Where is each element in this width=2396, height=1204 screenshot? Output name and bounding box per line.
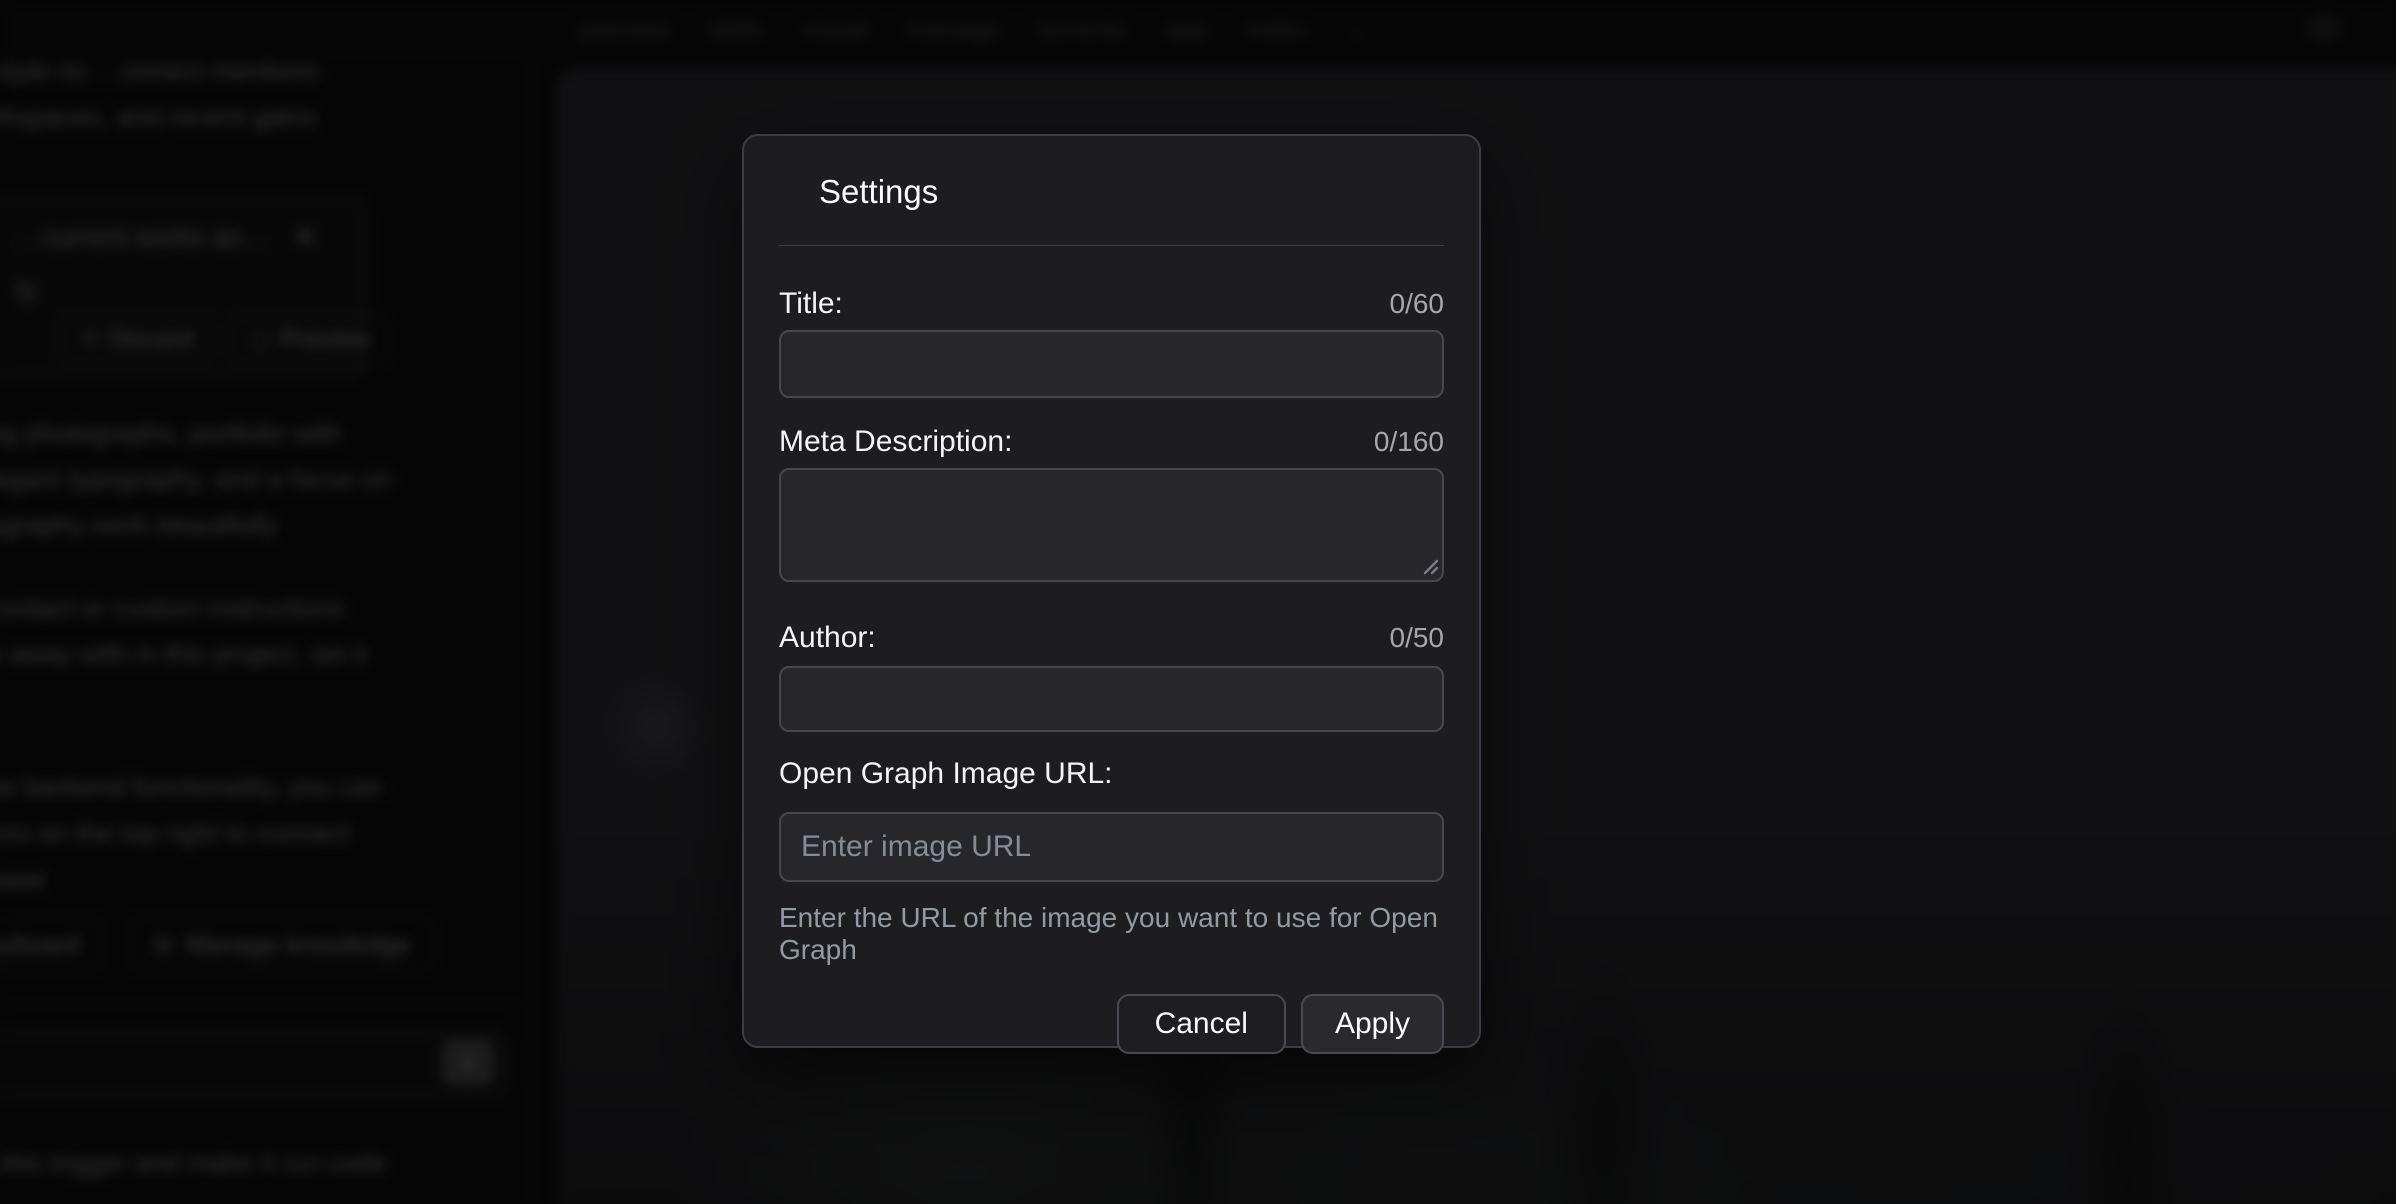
og-image-url-row: Open Graph Image URL: [779,756,1444,792]
title-field[interactable] [779,330,1444,398]
author-field[interactable] [779,666,1444,732]
cancel-button[interactable]: Cancel [1117,994,1286,1054]
title-label: Title: [779,286,843,322]
meta-description-wrap [779,468,1444,582]
og-image-url-field[interactable] [779,812,1444,882]
author-char-counter: 0/50 [1390,622,1445,654]
modal-divider [779,245,1444,246]
og-helper-text: Enter the URL of the image you want to u… [779,902,1444,966]
meta-description-label: Meta Description: [779,424,1012,460]
meta-description-field[interactable] [779,468,1444,582]
meta-description-char-counter: 0/160 [1374,426,1444,458]
og-image-url-label: Open Graph Image URL: [779,756,1113,792]
title-char-counter: 0/60 [1390,288,1445,320]
settings-modal: Settings Title: 0/60 Meta Description: 0… [742,134,1481,1048]
modal-button-row: Cancel Apply [779,994,1444,1054]
modal-title: Settings [779,136,1444,212]
author-field-row: Author: 0/50 [779,620,1444,656]
title-field-row: Title: 0/60 [779,286,1444,322]
apply-button[interactable]: Apply [1301,994,1444,1054]
app-screen: preview skills visual manage torrents ap… [0,0,2396,1204]
meta-description-field-row: Meta Description: 0/160 [779,424,1444,460]
author-label: Author: [779,620,876,656]
resize-handle-icon[interactable] [1417,553,1439,575]
